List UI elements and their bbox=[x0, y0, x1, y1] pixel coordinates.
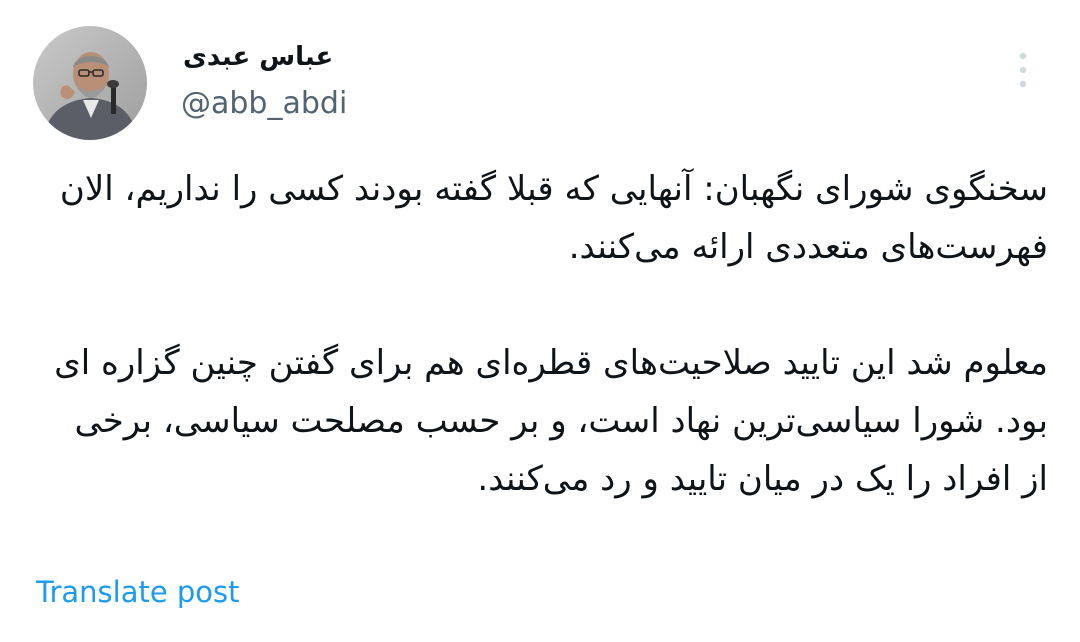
profile-photo bbox=[33, 26, 147, 140]
tweet-text: سخنگوی شورای نگهبان: آنهایی که قبلا گفته… bbox=[40, 160, 1048, 508]
author-handle[interactable]: @abb_abdi bbox=[181, 85, 347, 123]
tweet-paragraph: سخنگوی شورای نگهبان: آنهایی که قبلا گفته… bbox=[59, 169, 1048, 267]
translate-post-link[interactable]: Translate post bbox=[36, 572, 240, 612]
tweet-paragraph: معلوم شد این تایید صلاحیت‌های قطره‌ای هم… bbox=[54, 343, 1048, 499]
more-vertical-icon bbox=[1019, 52, 1027, 88]
avatar[interactable] bbox=[33, 26, 147, 140]
more-options-button[interactable] bbox=[1010, 48, 1036, 92]
author-display-name[interactable]: عباس عبدی bbox=[183, 40, 333, 74]
